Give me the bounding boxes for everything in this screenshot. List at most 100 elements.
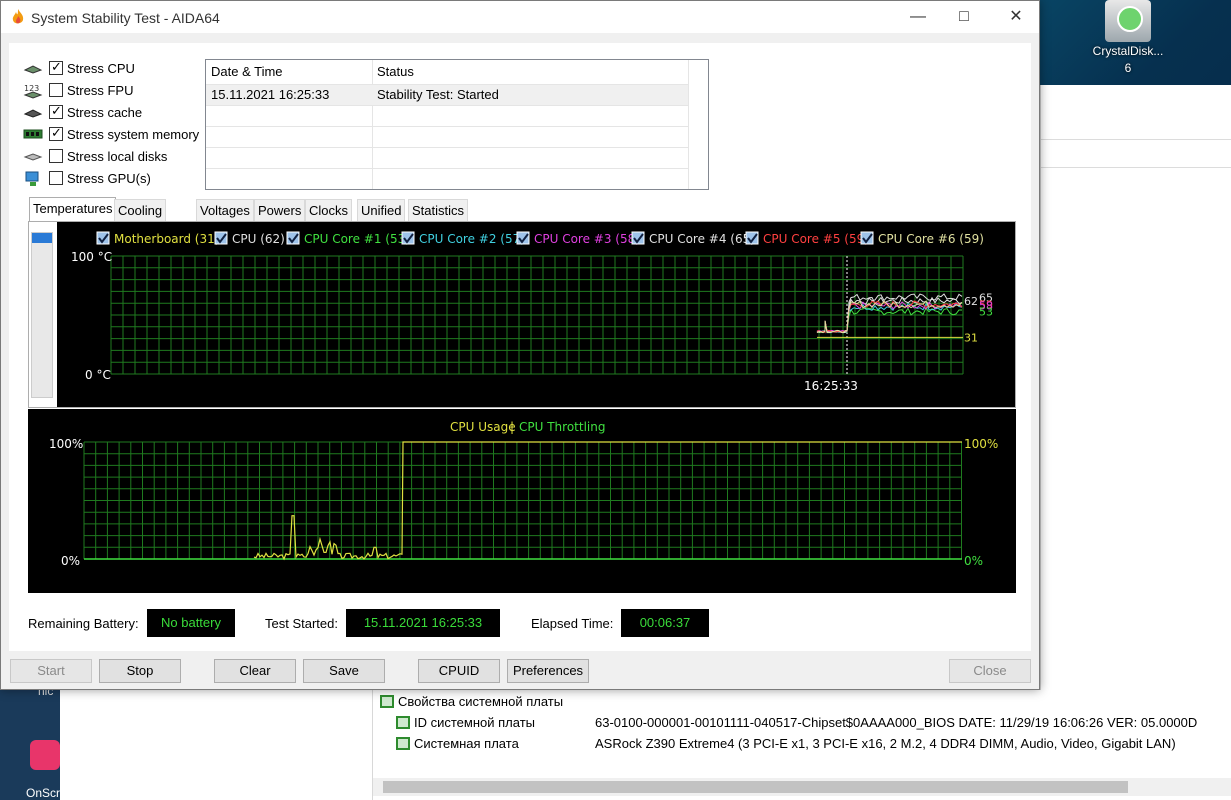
window-content: Stress CPU 123 Stress FPU Stress cache S… — [9, 43, 1031, 651]
stress-gpu-checkbox[interactable] — [49, 171, 63, 185]
legend-item-7[interactable]: CPU Core #6 (59) — [860, 231, 984, 246]
mainboard-header-text: Свойства системной платы — [398, 694, 564, 709]
stress-gpu-option[interactable]: Stress GPU(s) — [23, 168, 151, 188]
legend-label: CPU Core #6 (59) — [878, 232, 984, 246]
legend-item-1[interactable]: CPU (62) — [214, 231, 285, 246]
tab-voltages[interactable]: Voltages — [196, 199, 254, 221]
legend-item-5[interactable]: CPU Core #4 (65) — [631, 231, 755, 246]
stress-gpu-label: Stress GPU(s) — [67, 170, 151, 186]
clear-button[interactable]: Clear — [214, 659, 296, 683]
stability-test-window: System Stability Test - AIDA64 — □ ✕ Str… — [0, 0, 1040, 690]
legend-item-0[interactable]: Motherboard (31) — [96, 231, 219, 246]
cpuid-button[interactable]: CPUID — [418, 659, 500, 683]
desktop-shortcut-crystaldisk[interactable]: CrystalDisk... 6 — [1088, 0, 1168, 80]
onscreen-app-icon[interactable] — [30, 740, 60, 770]
temp-axis-min-label: 0 °C — [85, 368, 111, 382]
tab-clocks[interactable]: Clocks — [305, 199, 353, 221]
window-title: System Stability Test - AIDA64 — [31, 10, 220, 26]
tab-statistics[interactable]: Statistics — [408, 199, 469, 221]
close-window-button[interactable]: ✕ — [993, 1, 1039, 33]
preferences-button[interactable]: Preferences — [507, 659, 589, 683]
stress-cpu-checkbox[interactable] — [49, 59, 63, 75]
scrollbar-thumb[interactable] — [32, 233, 52, 243]
mainboard-row-board[interactable]: Системная плата — [396, 736, 519, 751]
legend-label: CPU Core #1 (53) — [304, 232, 410, 246]
temp-end-label: 62 — [964, 295, 978, 308]
legend-item-2[interactable]: CPU Core #1 (53) — [286, 231, 410, 246]
scrollbar-thumb[interactable] — [383, 781, 1128, 793]
legend-item-4[interactable]: CPU Core #3 (58) — [516, 231, 640, 246]
mainboard-row-label: ID системной платы — [414, 715, 535, 730]
stress-memory-option[interactable]: Stress system memory — [23, 124, 199, 144]
disk-drive-icon — [23, 149, 43, 163]
stress-cache-option[interactable]: Stress cache — [23, 102, 142, 122]
usage-axis-right-min: 0% — [964, 554, 983, 568]
legend-label: CPU Core #4 (65) — [649, 232, 755, 246]
svg-text:123: 123 — [24, 84, 39, 93]
mainboard-row-id[interactable]: ID системной платы — [396, 715, 535, 730]
battery-value: No battery — [147, 609, 235, 637]
cache-chip-icon — [23, 105, 43, 119]
legend-label: CPU Core #2 (57) — [419, 232, 525, 246]
legend-label: CPU (62) — [232, 232, 285, 246]
stop-button[interactable]: Stop — [99, 659, 181, 683]
stress-cache-label: Stress cache — [67, 104, 143, 120]
aida64-flame-icon — [12, 9, 24, 24]
legend-item-3[interactable]: CPU Core #2 (57) — [401, 231, 525, 246]
test-started-value: 15.11.2021 16:25:33 — [346, 609, 500, 637]
stress-cache-checkbox[interactable] — [49, 103, 63, 119]
temp-time-label: 16:25:33 — [804, 379, 858, 393]
minimize-button[interactable]: — — [895, 1, 941, 33]
column-header-datetime[interactable]: Date & Time — [206, 60, 372, 84]
usage-axis-right-max: 100% — [964, 437, 998, 451]
tab-powers[interactable]: Powers — [254, 199, 306, 221]
column-header-status[interactable]: Status — [372, 60, 688, 84]
maximize-button[interactable]: □ — [941, 1, 987, 33]
title-bar[interactable]: System Stability Test - AIDA64 — □ ✕ — [1, 1, 1039, 33]
stress-fpu-option[interactable]: 123 Stress FPU — [23, 80, 133, 100]
temp-series-line-3 — [816, 302, 963, 334]
tab-unified[interactable]: Unified — [357, 199, 406, 221]
stress-memory-checkbox[interactable] — [49, 125, 63, 141]
stress-fpu-checkbox[interactable] — [49, 83, 63, 97]
gpu-monitor-icon — [23, 171, 43, 186]
temp-end-label: 31 — [964, 331, 978, 344]
usage-axis-left-max: 100% — [49, 437, 83, 451]
stress-disks-label: Stress local disks — [67, 148, 168, 164]
mainboard-icon — [380, 695, 394, 708]
mainboard-row-value: ASRock Z390 Extreme4 (3 PCI-E x1, 3 PCI-… — [595, 736, 1176, 751]
log-cell-status[interactable]: Stability Test: Started — [372, 84, 688, 105]
temperatures-panel: Motherboard (31) CPU (62) CPU Core #1 (53)… — [28, 221, 1016, 408]
stress-cpu-option[interactable]: Stress CPU — [23, 58, 135, 78]
legend-item-6[interactable]: CPU Core #5 (59) — [745, 231, 869, 246]
battery-label: Remaining Battery: — [28, 616, 139, 631]
legend-label: Motherboard (31) — [114, 232, 219, 246]
stress-disks-option[interactable]: Stress local disks — [23, 146, 167, 166]
legend-label: CPU Core #5 (59) — [763, 232, 869, 246]
tab-temperatures[interactable]: Temperatures — [29, 197, 117, 221]
status-log-table[interactable]: Date & Time Status 15.11.2021 16:25:33 S… — [205, 59, 709, 190]
horizontal-scrollbar[interactable] — [373, 778, 1231, 796]
crystaldisk-icon — [1105, 0, 1151, 42]
temperature-sensor-scrollbar[interactable] — [31, 232, 53, 398]
tab-cooling-fans[interactable]: Cooling Fans — [114, 199, 167, 240]
fpu-123-icon: 123 — [23, 83, 43, 99]
test-started-label: Test Started: — [265, 616, 338, 631]
usage-title-separator: | — [510, 420, 514, 434]
desktop-shortcut-label: CrystalDisk... — [1092, 44, 1164, 58]
mainboard-tree-pane — [60, 690, 373, 800]
save-button[interactable]: Save — [303, 659, 385, 683]
temp-end-label: 53 — [979, 305, 993, 318]
mainboard-icon — [396, 716, 410, 729]
stress-fpu-label: Stress FPU — [67, 82, 134, 98]
mainboard-icon — [396, 737, 410, 750]
log-cell-datetime[interactable]: 15.11.2021 16:25:33 — [206, 84, 372, 105]
start-button[interactable]: Start — [10, 659, 92, 683]
elapsed-time-value: 00:06:37 — [621, 609, 709, 637]
close-button[interactable]: Close — [949, 659, 1031, 683]
mainboard-header-row[interactable]: Свойства системной платы — [380, 694, 563, 709]
usage-axis-left-min: 0% — [61, 554, 80, 568]
stress-disks-checkbox[interactable] — [49, 149, 63, 163]
cpu-chip-icon — [23, 61, 43, 75]
throttling-title: CPU Throttling — [519, 420, 605, 434]
